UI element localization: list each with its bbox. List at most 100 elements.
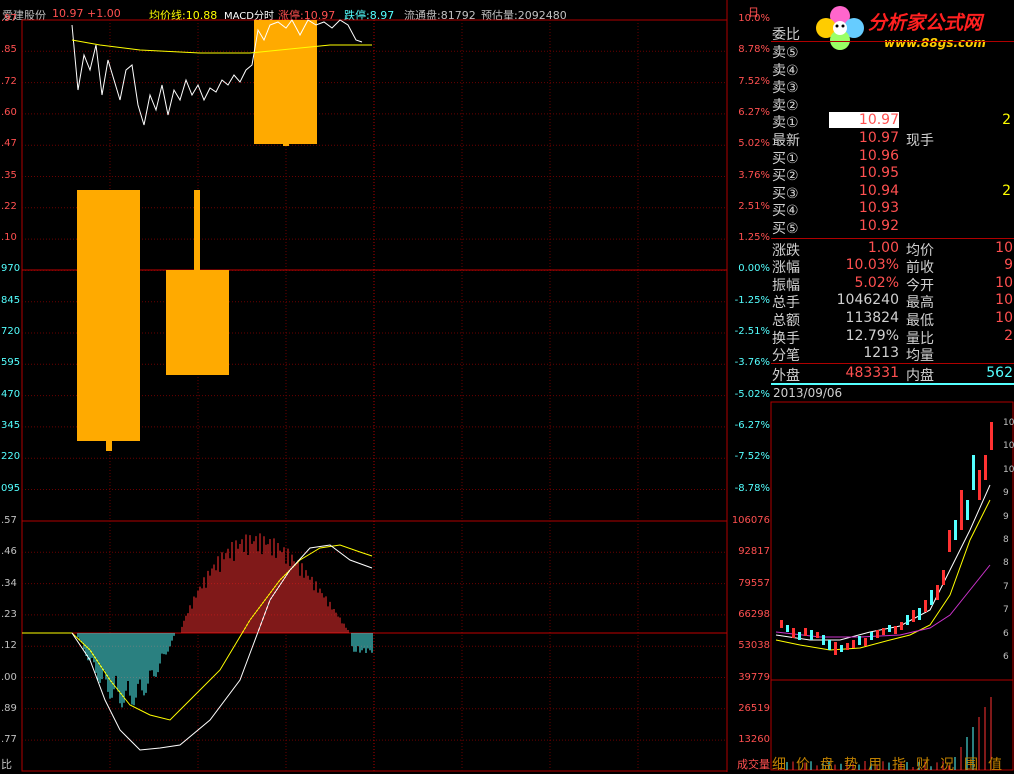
volume-label: 成交量 [737,758,770,771]
price-tick-label: 595 [1,357,21,369]
pct-tick-label: 7.52% [738,75,770,87]
stat-value: 10 [995,292,1013,309]
buy-price: 10.96 [858,147,899,164]
pct-tick-label: 1.25% [738,232,770,244]
price-tick-label: 470 [1,388,21,400]
price-tick-label: 845 [1,294,21,306]
sell-row: 卖⑤ [771,42,1014,61]
mini-candle [810,630,813,640]
info-tab[interactable]: 用 [868,754,882,774]
info-tab[interactable]: 价 [796,754,810,774]
stat-row: 振幅 5.02% 今开 10 [771,274,1014,294]
volume-tick-label: 13260 [738,734,770,746]
sell-price: 10.97 [829,112,899,129]
pct-tick-label: 2.51% [738,200,770,212]
mini-axis-label: 9 [1003,511,1009,522]
mini-candle [954,520,957,540]
pct-tick-label: -2.51% [734,326,770,337]
buy-price: 10.93 [858,200,899,217]
mini-axis-label: 9 [1003,488,1009,499]
info-tab[interactable]: 细 [772,754,786,774]
mini-candle [780,620,783,628]
buy-price: 10.94 [858,182,899,199]
stat-row: 换手 12.79% 量比 2 [771,328,1014,347]
mini-chart-frame [770,401,1014,771]
mini-candle [990,422,993,450]
pct-tick-label: -8.78% [734,482,770,494]
stat-value: 113824 [845,310,899,326]
mini-ma-line [775,564,991,638]
info-tab[interactable]: 盘 [820,754,834,774]
mini-candle [786,625,789,632]
volume-tick-label: 92817 [738,546,770,558]
price-tick-label: .60 [1,106,17,118]
info-tab[interactable]: 财 [916,754,930,774]
info-tab[interactable]: 值 [988,754,1002,774]
sell-row: 卖① 10.97 2 [771,112,1014,131]
buy-row: 买⑤ 10.92 [771,218,1014,237]
mini-axis-label: 7 [1003,605,1009,616]
pct-tick-label: 10.0% [738,13,770,24]
bottom-tabs: 细价盘势用指财况围值 [770,752,1014,774]
volume-tick-label: 26519 [738,702,770,714]
mini-axis-label: 10 [1003,441,1014,452]
pct-tick-label: 0.00% [738,263,770,275]
buy-row: 买④ 10.93 [771,200,1014,219]
buy-row: 买① 10.96 [771,147,1014,167]
mini-candle [912,610,915,622]
mini-candle [852,640,855,648]
mini-candle [936,585,939,600]
mini-axis-label: 6 [1003,628,1009,639]
mini-candle [864,638,867,646]
volume-tick-label: 106076 [731,515,770,526]
mini-candle [900,622,903,630]
mini-candle [816,632,819,638]
mini-ma-line [775,499,991,651]
pct-tick-label: -7.52% [734,451,770,463]
outer-label: 外盘 [772,367,800,384]
mini-candle [882,628,885,635]
mini-candle [888,625,891,632]
stat-value: 1.00 [867,239,899,256]
info-tab[interactable]: 围 [964,754,978,774]
average-price-line [71,39,372,54]
mini-candle [822,635,825,645]
price-tick-label: 345 [1,419,21,431]
bottom-left-label: 比 [1,758,12,771]
stat-value: 9 [1004,257,1013,274]
macd-tick-label: .12 [1,640,17,652]
volume-tick-label: 53038 [738,640,770,652]
mini-candle [804,628,807,636]
pct-tick-label: 3.76% [738,169,770,181]
mini-ma-line [775,484,991,641]
info-tab[interactable]: 势 [844,754,858,774]
stat-row: 涨跌 1.00 均价 10 [771,239,1014,259]
buy-volume: 2 [1002,182,1011,199]
macd-tick-label: .34 [1,577,17,589]
volume-tick-label: 39779 [738,671,770,683]
info-tab[interactable]: 指 [892,754,906,774]
sell-row: 卖④ [771,60,1014,79]
stat-value: 1213 [863,345,899,362]
macd-tick-label: .23 [1,608,17,620]
pct-tick-label: -5.02% [734,388,770,400]
sell-row: 卖② [771,95,1014,114]
pct-tick-label: -3.76% [734,357,770,369]
mini-candle [846,643,849,650]
macd-tick-label: .89 [1,702,17,714]
quote-panel: 委比 卖⑤ 卖④ 卖③ 卖② 卖① 10.97 2 最新 10.97 现手 买① 10.96 买② 10.… [771,22,1014,400]
inner-value: 562 [986,364,1013,381]
mini-candle [978,470,981,500]
latest-row: 最新 10.97 现手 [771,130,1014,149]
stat-value: 10 [995,274,1013,291]
pct-tick-label: 6.27% [738,106,770,118]
outer-value: 483331 [845,364,899,381]
price-tick-label: 095 [1,482,21,494]
mini-axis-label: 8 [1003,535,1009,545]
mini-candle [894,626,897,634]
pct-tick-label: -6.27% [734,419,770,431]
info-tab[interactable]: 况 [940,754,954,774]
mini-candle [906,615,909,625]
sell-volume: 2 [1002,112,1011,129]
mini-candle [966,500,969,520]
